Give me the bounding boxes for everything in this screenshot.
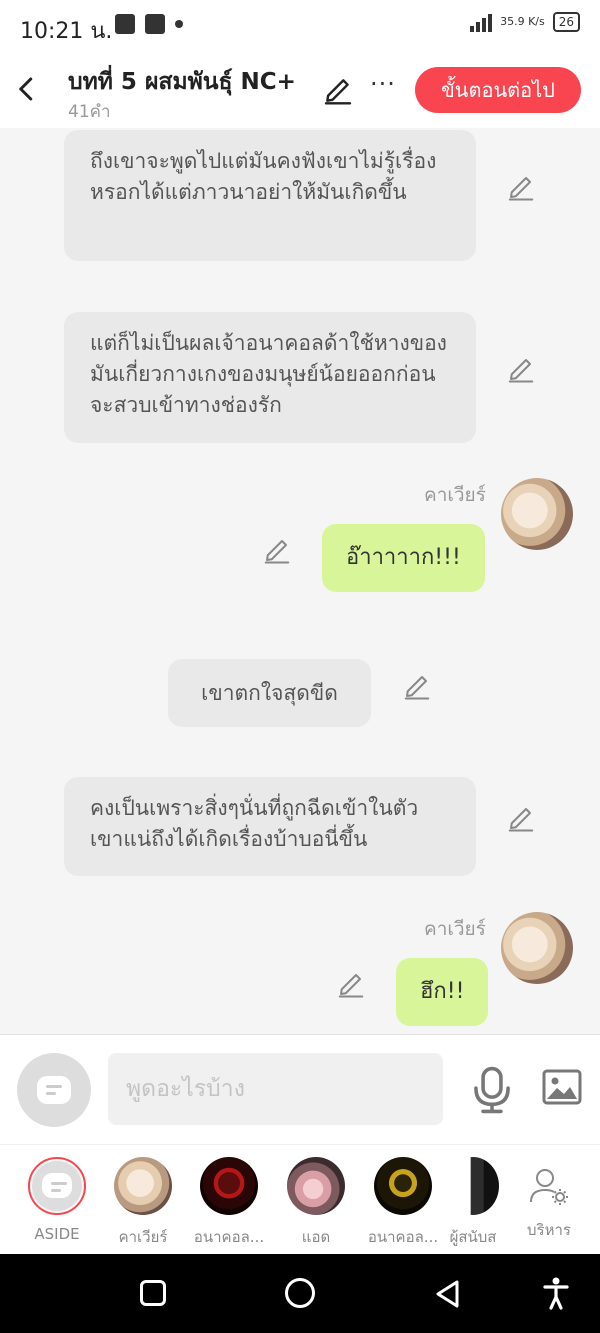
- word-count: 41คำ: [68, 102, 111, 122]
- aside-toggle-button[interactable]: [17, 1053, 91, 1127]
- chat-bubble-icon: [42, 1173, 72, 1198]
- edit-message-icon[interactable]: [506, 803, 536, 833]
- next-step-button[interactable]: ขั้นตอนต่อไป: [415, 67, 581, 113]
- accessibility-icon[interactable]: [542, 1276, 570, 1310]
- sender-name: คาเวียร์: [424, 484, 486, 506]
- character-bar: ASIDE คาเวียร์ อนาคอล... แอด อนาคอล... ผ…: [0, 1144, 600, 1254]
- battery-icon: 26: [552, 12, 580, 32]
- avatar: [447, 1157, 499, 1215]
- dialogue-bubble[interactable]: อ๊าาาาาก!!!: [322, 524, 485, 592]
- microphone-icon[interactable]: [470, 1065, 514, 1115]
- nav-back-icon[interactable]: [433, 1278, 463, 1310]
- header: บทที่ 5 ผสมพันธุ์ NC+ 41คำ ··· ขั้นตอนต่…: [0, 56, 600, 128]
- edit-message-icon[interactable]: [336, 969, 366, 999]
- character-anaconda-2[interactable]: อนาคอล...: [360, 1157, 446, 1249]
- character-label: แอด: [301, 1228, 331, 1246]
- character-aside[interactable]: ASIDE: [14, 1157, 100, 1243]
- edit-message-icon[interactable]: [402, 671, 432, 701]
- character-anaconda-1[interactable]: อนาคอล...: [186, 1157, 272, 1249]
- character-label: คาเวียร์: [118, 1228, 168, 1246]
- character-kaviar[interactable]: คาเวียร์: [100, 1157, 186, 1249]
- chat-bubble-icon: [37, 1076, 71, 1104]
- input-bar: [0, 1034, 600, 1144]
- message-input[interactable]: [108, 1053, 443, 1125]
- character-avatar[interactable]: [501, 912, 573, 984]
- narration-bubble[interactable]: แต่ก็ไม่เป็นผลเจ้าอนาคอลด้าใช้หางของมันเ…: [64, 312, 476, 443]
- dialogue-bubble[interactable]: ฮึก!!: [396, 958, 489, 1026]
- character-supporter[interactable]: ผู้สนับส: [447, 1157, 499, 1249]
- character-label: ASIDE: [34, 1225, 80, 1243]
- status-bar: 10:21 น. 35.9 K/s 26: [0, 0, 600, 56]
- narration-bubble[interactable]: เขาตกใจสุดขีด: [168, 659, 371, 727]
- character-label: อนาคอล...: [367, 1228, 439, 1246]
- recent-apps-icon[interactable]: [140, 1280, 166, 1306]
- narration-bubble[interactable]: ถึงเขาจะพูดไปแต่มันคงฟังเขาไม่รู้เรื่องห…: [64, 130, 476, 261]
- edit-message-icon[interactable]: [262, 535, 292, 565]
- character-label: บริหาร: [527, 1221, 571, 1239]
- avatar: [200, 1157, 258, 1215]
- avatar: [374, 1157, 432, 1215]
- more-options-icon[interactable]: ···: [370, 70, 396, 98]
- manage-characters[interactable]: บริหาร: [506, 1157, 592, 1242]
- character-avatar[interactable]: [501, 478, 573, 550]
- edit-title-icon[interactable]: [322, 74, 354, 106]
- character-label: อนาคอล...: [193, 1228, 265, 1246]
- notes-icon: [115, 14, 135, 34]
- back-icon[interactable]: [12, 74, 42, 104]
- app-notification-icon: [145, 14, 165, 34]
- system-nav-bar: [0, 1254, 600, 1333]
- sender-name: คาเวียร์: [424, 918, 486, 940]
- avatar: [287, 1157, 345, 1215]
- character-ad[interactable]: แอด: [273, 1157, 359, 1249]
- status-time: 10:21 น.: [20, 19, 113, 44]
- manage-user-icon: [527, 1164, 571, 1208]
- network-speed: 35.9 K/s: [500, 15, 545, 28]
- image-icon[interactable]: [542, 1069, 582, 1105]
- edit-message-icon[interactable]: [506, 172, 536, 202]
- avatar: [114, 1157, 172, 1215]
- narration-bubble[interactable]: คงเป็นเพราะสิ่งๆนั่นที่ถูกฉีดเข้าในตัวเข…: [64, 777, 476, 876]
- home-icon[interactable]: [285, 1278, 315, 1308]
- edit-message-icon[interactable]: [506, 354, 536, 384]
- chapter-title: บทที่ 5 ผสมพันธุ์ NC+: [68, 69, 296, 95]
- character-label: ผู้สนับส: [449, 1228, 497, 1246]
- signal-icon: [470, 12, 493, 32]
- notification-dot-icon: [175, 20, 183, 28]
